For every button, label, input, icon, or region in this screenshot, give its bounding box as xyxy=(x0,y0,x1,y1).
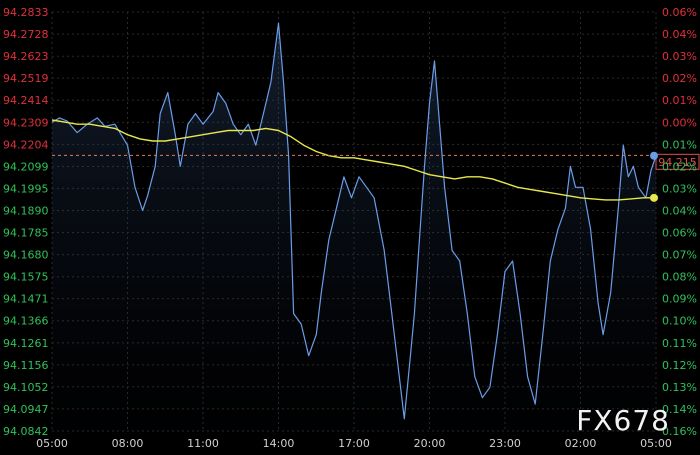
right-percent-axis: 0.06% 0.04% 0.03% 0.02% 0.01% 0.00% 0.01% 0.02%… xyxy=(662,6,697,438)
x-tick-label: 05:00 xyxy=(640,437,672,450)
y-tick-label: 94.2204 xyxy=(3,138,49,151)
price-chart: 94.215 94.283394.272894.262394.251994.24… xyxy=(3,6,700,450)
y2-tick-label: 0.02% xyxy=(662,72,697,85)
y2-tick-label: 0.13% xyxy=(662,381,697,394)
y-tick-label: 94.1995 xyxy=(3,182,49,195)
y-tick-label: 94.2309 xyxy=(3,116,49,129)
y-tick-label: 94.1471 xyxy=(3,293,49,306)
y2-tick-label: 0.01% xyxy=(662,138,697,151)
y-tick-label: 94.1052 xyxy=(3,381,49,394)
y2-tick-label: 0.07% xyxy=(662,249,697,262)
price-area-fill xyxy=(52,23,656,431)
y2-tick-label: 0.12% xyxy=(662,359,697,372)
y-tick-label: 94.1575 xyxy=(3,271,49,284)
y2-tick-label: 0.03% xyxy=(662,50,697,63)
x-tick-label: 23:00 xyxy=(489,437,521,450)
y2-tick-label: 0.08% xyxy=(662,271,697,284)
y-tick-label: 94.1366 xyxy=(3,315,49,328)
fx678-watermark: FX678 xyxy=(576,404,670,437)
average-end-dot xyxy=(650,193,658,202)
y2-tick-label: 0.04% xyxy=(662,28,697,41)
y2-tick-label: 0.09% xyxy=(662,293,697,306)
y2-tick-label: 0.02% xyxy=(662,160,697,173)
y2-tick-label: 0.06% xyxy=(662,6,697,19)
y-tick-label: 94.1785 xyxy=(3,227,49,240)
x-tick-label: 02:00 xyxy=(565,437,597,450)
y-tick-label: 94.1890 xyxy=(3,204,49,217)
y2-tick-label: 0.04% xyxy=(662,204,697,217)
time-axis: 05:00 08:00 11:00 14:00 17:00 20:00 23:00 02:00… xyxy=(36,437,672,450)
y-tick-label: 94.0947 xyxy=(3,403,49,416)
x-tick-label: 08:00 xyxy=(112,437,144,450)
y2-tick-label: 0.00% xyxy=(662,116,697,129)
x-tick-label: 11:00 xyxy=(187,437,219,450)
y2-tick-label: 0.06% xyxy=(662,227,697,240)
x-tick-label: 17:00 xyxy=(338,437,370,450)
y-tick-label: 94.1261 xyxy=(3,337,49,350)
y-tick-label: 94.2623 xyxy=(3,50,49,63)
y-tick-label: 94.1156 xyxy=(3,359,49,372)
x-tick-label: 20:00 xyxy=(414,437,446,450)
y2-tick-label: 0.11% xyxy=(662,337,697,350)
x-tick-label: 05:00 xyxy=(36,437,68,450)
y2-tick-label: 0.01% xyxy=(662,94,697,107)
price-area xyxy=(52,23,656,431)
y-tick-label: 94.2519 xyxy=(3,72,49,85)
y-tick-label: 94.2099 xyxy=(3,160,49,173)
y2-tick-label: 0.03% xyxy=(662,182,697,195)
y-tick-label: 94.2728 xyxy=(3,28,49,41)
y-tick-label: 94.2833 xyxy=(3,6,49,19)
y2-tick-label: 0.10% xyxy=(662,315,697,328)
price-end-dot xyxy=(650,151,658,160)
left-price-axis: 94.2833 94.2728 94.2623 94.2519 94.2414 94.23… xyxy=(3,6,49,438)
x-tick-label: 14:00 xyxy=(263,437,295,450)
y-tick-label: 94.1680 xyxy=(3,249,49,262)
y-tick-label: 94.2414 xyxy=(3,94,49,107)
